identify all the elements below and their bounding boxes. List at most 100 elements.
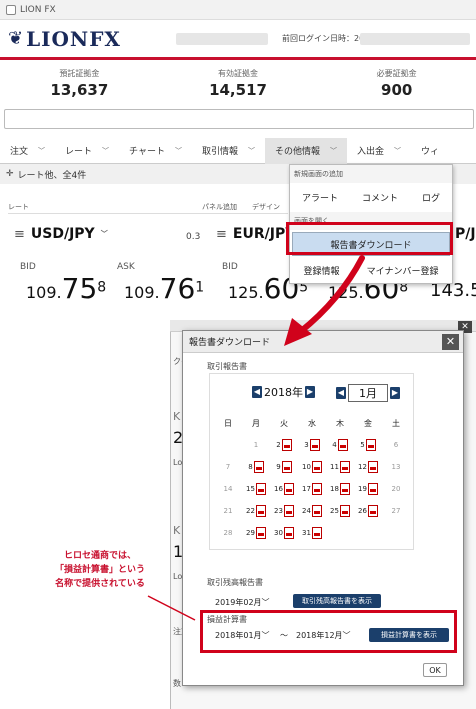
calendar-day[interactable]: 8 <box>242 461 270 473</box>
dd-log[interactable]: ログ <box>422 191 440 204</box>
subtab-rate[interactable]: レート <box>8 202 29 212</box>
menu-icon[interactable]: ≡ <box>14 227 25 242</box>
stat-label: 預託証拠金 <box>59 69 100 78</box>
show-balance-report-button[interactable]: 取引残高報告書を表示 <box>293 594 381 608</box>
pdf-icon[interactable] <box>339 505 350 517</box>
pdf-icon[interactable] <box>255 505 266 517</box>
menu-other-info[interactable]: その他情報 ﹀ <box>264 137 347 164</box>
calendar-day[interactable]: 3 <box>298 439 326 451</box>
pdf-icon[interactable] <box>255 483 266 495</box>
calendar-day: 20 <box>382 485 410 493</box>
stat-value: 13,637 <box>50 81 109 99</box>
spread-value: 0.3 <box>186 232 201 242</box>
pdf-icon[interactable] <box>283 527 294 539</box>
pdf-icon[interactable] <box>365 439 376 451</box>
dd-alert[interactable]: アラート <box>302 191 338 204</box>
calendar-day[interactable]: 9 <box>270 461 298 473</box>
weekday-label: 土 <box>392 418 400 428</box>
pdf-icon[interactable] <box>283 505 294 517</box>
pair-eurjpy[interactable]: ≡ EUR/JPY <box>216 226 295 242</box>
app-icon <box>6 4 16 15</box>
prev-month-button[interactable]: ◀ <box>336 387 346 399</box>
next-month-button[interactable]: ▶ <box>390 387 400 399</box>
pdf-icon[interactable] <box>281 461 292 473</box>
next-year-button[interactable]: ▶ <box>305 386 315 398</box>
close-icon[interactable]: ✕ <box>442 334 459 350</box>
calendar-day[interactable]: 19 <box>354 483 382 495</box>
menu-order[interactable]: 注文 ﹀ <box>0 138 55 164</box>
calendar-day[interactable]: 17 <box>298 483 326 495</box>
pdf-icon[interactable] <box>367 461 378 473</box>
pdf-icon[interactable] <box>311 505 322 517</box>
calendar-grid: 日月火水木金土 1 2 3 4 5 6 7 8 9 10 11 12 13 14 15 16 17 18 19 20 2… <box>214 412 410 544</box>
pdf-icon[interactable] <box>283 483 294 495</box>
dd-section-new: 新規画面の追加 <box>290 165 452 183</box>
subtab-design[interactable]: デザイン <box>252 202 280 212</box>
prev-year-button[interactable]: ◀ <box>252 386 262 398</box>
plus-icon[interactable]: ✛ <box>6 169 14 179</box>
pdf-icon[interactable] <box>309 439 320 451</box>
calendar-day[interactable]: 24 <box>298 505 326 517</box>
calendar-day[interactable]: 30 <box>270 527 298 539</box>
pl-to-select[interactable]: 2018年12月﹀ <box>296 630 351 641</box>
calendar-day[interactable]: 10 <box>298 461 326 473</box>
day-number: 11 <box>330 463 339 471</box>
pdf-icon[interactable] <box>255 527 266 539</box>
calendar-day[interactable]: 16 <box>270 483 298 495</box>
calendar-day[interactable]: 11 <box>326 461 354 473</box>
trade-report-label: 取引報告書 <box>207 362 247 371</box>
pl-from-select[interactable]: 2018年01月﹀ <box>215 630 270 641</box>
pdf-icon[interactable] <box>337 439 348 451</box>
day-number: 29 <box>246 529 255 537</box>
pair-third[interactable]: P/J <box>455 226 476 242</box>
pair-usdjpy[interactable]: ≡ USD/JPY ﹀ <box>14 226 108 242</box>
menu-trade-info[interactable]: 取引情報 ﹀ <box>192 138 265 164</box>
day-number: 23 <box>274 507 283 515</box>
day-number: 10 <box>302 463 311 471</box>
menu-window[interactable]: ウィ <box>411 138 449 164</box>
calendar-day[interactable]: 23 <box>270 505 298 517</box>
pdf-icon[interactable] <box>281 439 292 451</box>
calendar-day[interactable]: 15 <box>242 483 270 495</box>
calendar-day[interactable]: 29 <box>242 527 270 539</box>
usdjpy-bid-price[interactable]: 109.758 <box>26 272 106 305</box>
month-nav: ◀ 1月 ▶ <box>336 384 400 402</box>
pdf-icon[interactable] <box>253 461 264 473</box>
pdf-icon[interactable] <box>367 483 378 495</box>
calendar-day: 13 <box>382 463 410 471</box>
pdf-icon[interactable] <box>339 483 350 495</box>
pdf-icon[interactable] <box>311 483 322 495</box>
menu-icon[interactable]: ≡ <box>216 227 227 242</box>
calendar-day[interactable]: 18 <box>326 483 354 495</box>
menu-chart[interactable]: チャート ﹀ <box>119 138 192 164</box>
pdf-icon[interactable] <box>339 461 350 473</box>
calendar-day[interactable]: 2 <box>270 439 298 451</box>
dd-mynumber[interactable]: マイナンバー登録 <box>367 264 439 277</box>
pdf-icon[interactable] <box>367 505 378 517</box>
usdjpy-ask-price[interactable]: 109.761 <box>124 272 204 305</box>
calendar-day[interactable]: 25 <box>326 505 354 517</box>
menu-rate[interactable]: レート ﹀ <box>55 138 119 164</box>
menu-deposit[interactable]: 入出金 ﹀ <box>347 138 411 164</box>
dd-registration[interactable]: 登録情報 <box>304 264 340 277</box>
subtab-panel-add[interactable]: パネル追加 <box>202 202 237 212</box>
pdf-icon[interactable] <box>311 527 322 539</box>
ticker-input[interactable] <box>4 109 474 129</box>
calendar-day[interactable]: 5 <box>354 439 382 451</box>
callout-line: 名称で提供されている <box>55 579 145 589</box>
calendar-day[interactable]: 31 <box>298 527 326 539</box>
calendar-day[interactable]: 4 <box>326 439 354 451</box>
pl-from-value: 2018年01月 <box>215 631 262 640</box>
dd-comment[interactable]: コメント <box>362 191 398 204</box>
calendar-day[interactable]: 26 <box>354 505 382 517</box>
ok-button[interactable]: OK <box>423 663 447 677</box>
price-prefix: 109. <box>26 283 62 302</box>
chevron-down-icon[interactable]: ﹀ <box>101 229 108 239</box>
pl-to-value: 2018年12月 <box>296 631 343 640</box>
calendar-day[interactable]: 22 <box>242 505 270 517</box>
calendar-day[interactable]: 12 <box>354 461 382 473</box>
show-pl-button[interactable]: 損益計算書を表示 <box>369 628 449 642</box>
chevron-down-icon: ﹀ <box>247 146 255 155</box>
pdf-icon[interactable] <box>311 461 322 473</box>
balance-month-select[interactable]: 2019年02月﹀ <box>215 597 270 608</box>
